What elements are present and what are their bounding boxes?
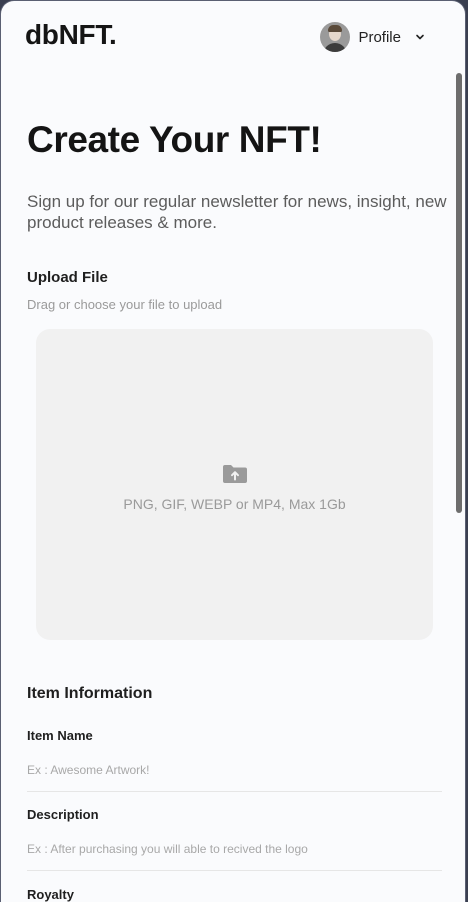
royalty-label: Royalty [27,887,74,902]
upload-help-text: Drag or choose your file to upload [27,297,223,312]
file-dropzone[interactable]: PNG, GIF, WEBP or MP4, Max 1Gb [36,329,433,640]
profile-menu-button[interactable]: Profile [320,21,425,53]
page-subtitle: Sign up for our regular newsletter for n… [27,192,447,232]
page-title: Create Your NFT! [27,119,322,160]
dropzone-text: PNG, GIF, WEBP or MP4, Max 1Gb [123,496,346,512]
description-label: Description [27,807,99,822]
item-name-label: Item Name [27,728,93,743]
item-name-input[interactable] [27,749,442,792]
description-input[interactable] [27,828,442,871]
upload-section-label: Upload File [27,269,108,286]
folder-upload-icon [223,465,247,483]
avatar[interactable] [320,22,351,52]
app-frame: dbNFT. Profile Create Your NFT! Sign up … [0,0,466,902]
chevron-down-icon[interactable] [415,32,425,42]
avatar-shoulders [323,43,348,52]
profile-label: Profile [358,28,401,46]
avatar-hair [328,25,343,32]
header: dbNFT. Profile [1,1,465,73]
scrollbar[interactable] [456,73,462,513]
logo[interactable]: dbNFT. [25,19,117,51]
item-information-heading: Item Information [27,685,153,702]
